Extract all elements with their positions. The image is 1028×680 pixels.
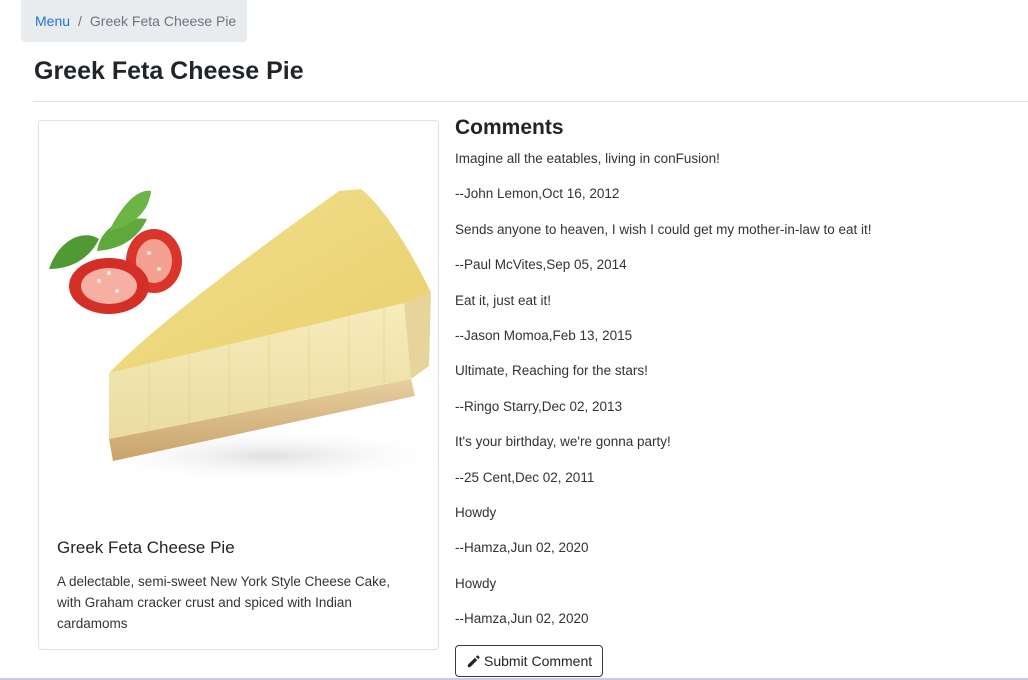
comment-text: It's your birthday, we're gonna party!	[455, 434, 671, 450]
pencil-icon	[466, 654, 481, 669]
cheesecake-image	[39, 121, 438, 519]
dish-name: Greek Feta Cheese Pie	[57, 538, 235, 557]
dish-description: A delectable, semi-sweet New York Style …	[57, 574, 391, 631]
comment-text: Eat it, just eat it!	[455, 292, 552, 308]
comments-section: Comments Imagine all the eatables, livin…	[455, 116, 1015, 645]
comment-byline: --Jason Momoa,Feb 13, 2015	[455, 327, 633, 343]
dish-card: Greek Feta Cheese Pie A delectable, semi…	[38, 120, 439, 650]
breadcrumb-separator: /	[78, 13, 82, 29]
breadcrumb-current: Greek Feta Cheese Pie	[89, 13, 237, 29]
comment-byline: --25 Cent,Dec 02, 2011	[455, 469, 595, 485]
comment-text: Ultimate, Reaching for the stars!	[455, 363, 648, 379]
comment-text: Howdy	[455, 575, 497, 591]
breadcrumb: Menu / Greek Feta Cheese Pie	[21, 0, 247, 42]
comment-byline: --John Lemon,Oct 16, 2012	[455, 186, 620, 202]
comment-text: Imagine all the eatables, living in conF…	[455, 151, 720, 166]
comment-byline: --Hamza,Jun 02, 2020	[455, 540, 589, 556]
comment-text: Sends anyone to heaven, I wish I could g…	[455, 221, 872, 237]
comment-text: Howdy	[455, 504, 497, 520]
breadcrumb-menu-link[interactable]: Menu	[35, 13, 70, 29]
submit-comment-label: Submit Comment	[484, 653, 593, 669]
comment-byline: --Ringo Starry,Dec 02, 2013	[455, 398, 623, 414]
divider	[33, 101, 1028, 102]
comment-byline: --Paul McVites,Sep 05, 2014	[455, 257, 627, 273]
submit-comment-button[interactable]: Submit Comment	[455, 645, 604, 677]
comment-list: Imagine all the eatables, living in conF…	[455, 150, 1015, 645]
page-title: Greek Feta Cheese Pie	[34, 57, 304, 85]
comments-heading: Comments	[455, 116, 564, 139]
comment-byline: --Hamza,Jun 02, 2020	[455, 611, 589, 627]
